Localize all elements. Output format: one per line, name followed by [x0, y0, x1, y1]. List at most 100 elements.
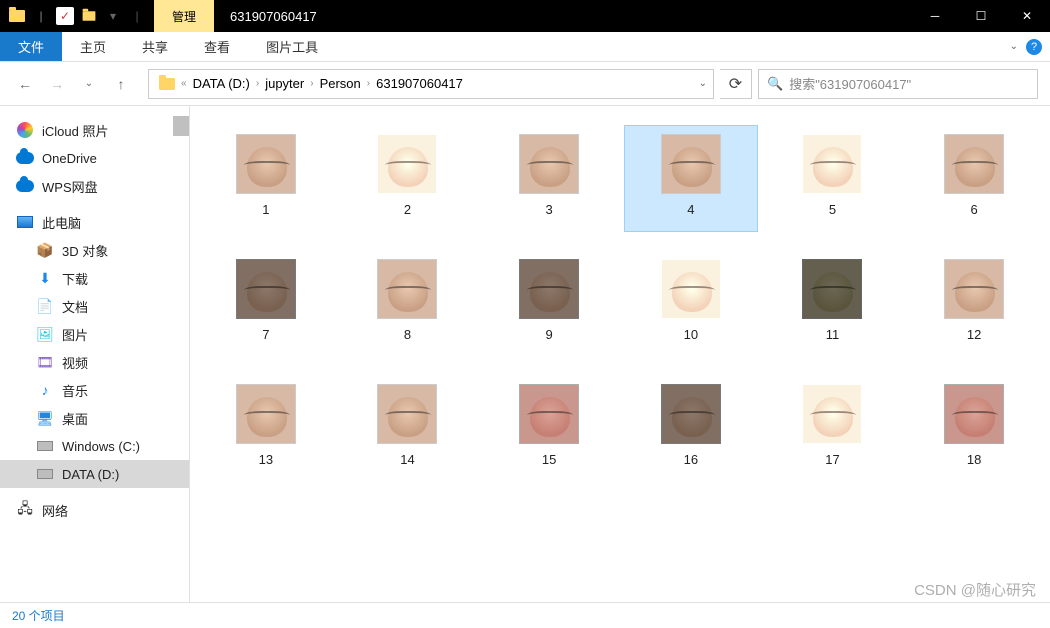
thumbnail: [236, 134, 296, 194]
thumbnail: [377, 134, 437, 194]
history-chevron-down-icon[interactable]: ⌄: [699, 78, 707, 89]
sidebar-item-label: 网络: [42, 501, 68, 520]
file-name: 15: [542, 452, 556, 467]
breadcrumb-seg[interactable]: jupyter: [261, 76, 308, 91]
file-item[interactable]: 18: [908, 376, 1040, 481]
sidebar-item[interactable]: 📄 文档: [0, 292, 189, 320]
sidebar-item[interactable]: 📦 3D 对象: [0, 236, 189, 264]
file-item[interactable]: 14: [342, 376, 474, 481]
window-controls: ─ ☐ ✕: [912, 0, 1050, 32]
tab-view[interactable]: 查看: [186, 32, 248, 61]
file-name: 7: [262, 327, 269, 342]
forward-button[interactable]: →: [44, 71, 70, 97]
sidebar-drive[interactable]: DATA (D:): [0, 460, 189, 488]
file-item[interactable]: 6: [908, 126, 1040, 231]
qat-chevron-down-icon[interactable]: ▾: [104, 7, 122, 25]
thumbnail: [519, 134, 579, 194]
cloud-icon: [16, 177, 34, 195]
folder-type-icon: 📦: [36, 241, 54, 259]
file-item[interactable]: 13: [200, 376, 332, 481]
search-input[interactable]: 🔍 搜索"631907060417": [758, 69, 1038, 99]
recent-chevron-down-icon[interactable]: ⌄: [76, 71, 102, 97]
tab-home[interactable]: 主页: [62, 32, 124, 61]
sidebar-item-label: DATA (D:): [62, 467, 119, 482]
file-item[interactable]: 4: [625, 126, 757, 231]
file-item[interactable]: 7: [200, 251, 332, 356]
chevron-right-icon[interactable]: ›: [308, 78, 315, 89]
file-item[interactable]: 2: [342, 126, 474, 231]
file-item[interactable]: 12: [908, 251, 1040, 356]
thumbnail: [661, 259, 721, 319]
file-item[interactable]: 11: [767, 251, 899, 356]
help-icon[interactable]: ?: [1026, 39, 1042, 55]
folder-type-icon: 🖼: [36, 325, 54, 343]
properties-icon[interactable]: ✓: [56, 7, 74, 25]
file-item[interactable]: 5: [767, 126, 899, 231]
up-button[interactable]: ↑: [108, 71, 134, 97]
file-item[interactable]: 17: [767, 376, 899, 481]
minimize-button[interactable]: ─: [912, 0, 958, 32]
sidebar-item[interactable]: ⬇下载: [0, 264, 189, 292]
sidebar-drive[interactable]: Windows (C:): [0, 432, 189, 460]
network-icon: 🖧: [16, 501, 34, 519]
folder-small-icon[interactable]: [80, 7, 98, 25]
back-button[interactable]: ←: [12, 71, 38, 97]
sidebar-this-pc[interactable]: 此电脑: [0, 208, 189, 236]
qat-end-divider: |: [128, 7, 146, 25]
contextual-tab-manage[interactable]: 管理: [154, 0, 214, 32]
ribbon-tabs: 文件 主页 共享 查看 图片工具 ⌄ ?: [0, 32, 1050, 62]
thumbnail: [802, 384, 862, 444]
close-button[interactable]: ✕: [1004, 0, 1050, 32]
sidebar-item[interactable]: 🎞 视频: [0, 348, 189, 376]
sidebar-item-label: 视频: [62, 353, 88, 372]
folder-icon[interactable]: [8, 7, 26, 25]
sidebar-item[interactable]: 🖥桌面: [0, 404, 189, 432]
folder-type-icon: 🎞: [36, 353, 54, 371]
thumbnail: [661, 134, 721, 194]
file-name: 2: [404, 202, 411, 217]
file-name: 12: [967, 327, 981, 342]
refresh-button[interactable]: ⟳: [720, 69, 752, 99]
thumbnail: [519, 259, 579, 319]
sidebar-item[interactable]: WPS网盘: [0, 172, 189, 200]
sidebar-item-label: 文档: [62, 297, 88, 316]
tab-share[interactable]: 共享: [124, 32, 186, 61]
tab-picture-tools[interactable]: 图片工具: [248, 32, 336, 61]
file-item[interactable]: 8: [342, 251, 474, 356]
thumbnail: [377, 384, 437, 444]
file-item[interactable]: 1: [200, 126, 332, 231]
file-item[interactable]: 15: [483, 376, 615, 481]
file-name: 9: [546, 327, 553, 342]
disk-icon: [36, 437, 54, 455]
sidebar-item[interactable]: ♪音乐: [0, 376, 189, 404]
sidebar-item-label: 音乐: [62, 381, 88, 400]
sidebar-item[interactable]: OneDrive: [0, 144, 189, 172]
folder-type-icon: ⬇: [36, 269, 54, 287]
sidebar-item[interactable]: 🖼图片: [0, 320, 189, 348]
folder-type-icon: 📄: [36, 297, 54, 315]
sidebar-network[interactable]: 🖧 网络: [0, 496, 189, 524]
file-item[interactable]: 3: [483, 126, 615, 231]
file-item[interactable]: 16: [625, 376, 757, 481]
status-bar: 20 个项目: [0, 602, 1050, 628]
breadcrumb[interactable]: « DATA (D:) › jupyter › Person › 6319070…: [148, 69, 714, 99]
breadcrumb-seg[interactable]: Person: [316, 76, 365, 91]
thumbnail: [661, 384, 721, 444]
file-item[interactable]: 9: [483, 251, 615, 356]
breadcrumb-seg[interactable]: 631907060417: [372, 76, 467, 91]
chevron-right-icon[interactable]: ›: [365, 78, 372, 89]
chevron-right-icon[interactable]: ›: [254, 78, 261, 89]
sidebar-item-label: WPS网盘: [42, 177, 98, 196]
file-name: 16: [684, 452, 698, 467]
thumbnail: [802, 259, 862, 319]
sidebar-item-label: 3D 对象: [62, 241, 108, 260]
file-item[interactable]: 10: [625, 251, 757, 356]
tab-file[interactable]: 文件: [0, 32, 62, 61]
scrollbar-thumb[interactable]: [173, 116, 189, 136]
breadcrumb-seg[interactable]: DATA (D:): [189, 76, 254, 91]
maximize-button[interactable]: ☐: [958, 0, 1004, 32]
chevron-left-icon[interactable]: «: [179, 78, 189, 89]
ribbon-expand-icon[interactable]: ⌄: [1010, 41, 1018, 52]
sidebar-item[interactable]: iCloud 照片: [0, 116, 189, 144]
pc-icon: [16, 213, 34, 231]
